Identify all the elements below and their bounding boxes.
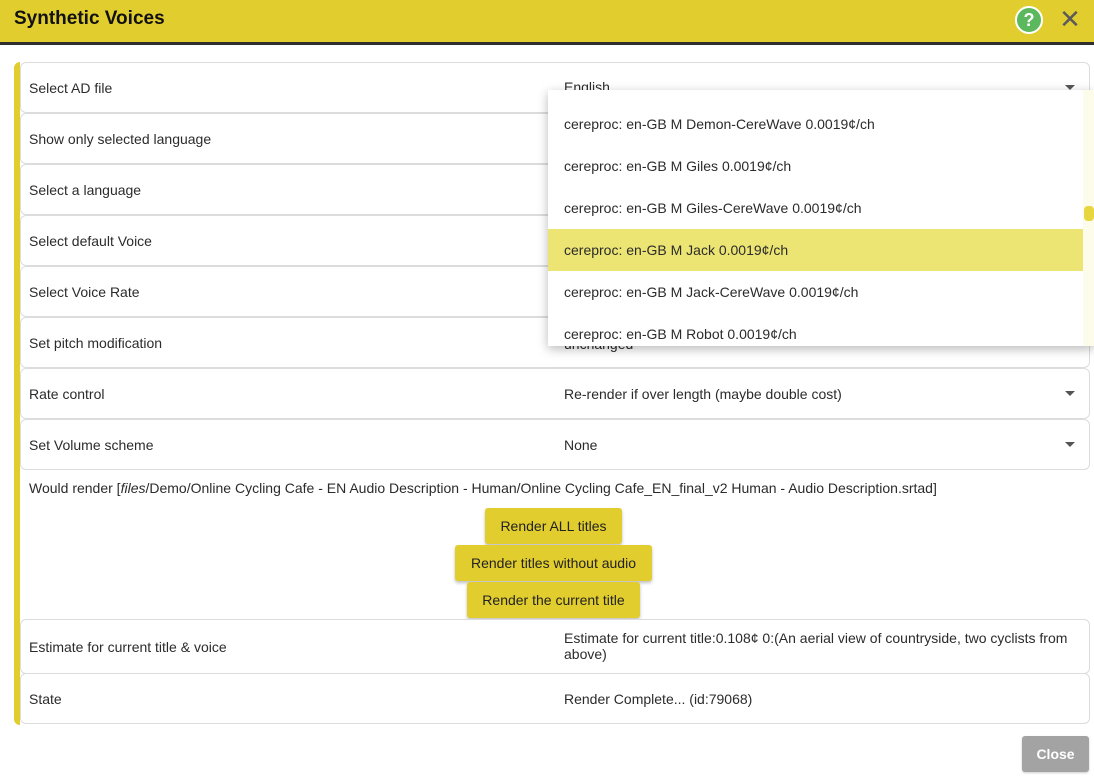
render-file-path: Demo/Online Cycling Cafe - EN Audio Desc… <box>149 480 933 496</box>
state-label: State <box>29 690 62 707</box>
estimate-value: Estimate for current title:0.108¢ 0:(An … <box>564 630 1068 662</box>
estimate-row: Estimate for current title & voice Estim… <box>20 619 1090 674</box>
estimate-label: Estimate for current title & voice <box>29 638 227 655</box>
show-language-label: Show only selected language <box>29 130 212 147</box>
voice-option[interactable]: cereproc: en-GB M Demon-CereWave 0.0019¢… <box>548 103 1083 145</box>
render-current-button[interactable]: Render the current title <box>467 582 640 618</box>
voice-option[interactable]: cereproc: en-GB M Robot 0.0019¢/ch <box>548 313 1083 346</box>
rate-control-value: Re-render if over length (maybe double c… <box>564 385 842 402</box>
dialog-titlebar: Synthetic Voices ? ✕ <box>0 0 1094 45</box>
render-path-text: Would render [files/Demo/Online Cycling … <box>29 480 937 496</box>
render-without-audio-button[interactable]: Render titles without audio <box>455 545 652 581</box>
voice-option[interactable]: cereproc: en-GB M Jack-CereWave 0.0019¢/… <box>548 271 1083 313</box>
state-row: State Render Complete... (id:79068) <box>20 673 1090 724</box>
chevron-down-icon <box>1065 391 1075 396</box>
language-label: Select a language <box>29 181 142 198</box>
render-dir: files <box>120 480 146 496</box>
voice-dropdown-menu: cereproc: en-GB M Demon-CereWave 0.0019¢… <box>548 90 1094 346</box>
rate-control-select[interactable]: Rate control Re-render if over length (m… <box>20 368 1090 419</box>
voice-option[interactable]: cereproc: en-GB M Giles 0.0019¢/ch <box>548 145 1083 187</box>
pitch-label: Set pitch modification <box>29 334 163 351</box>
dialog-title: Synthetic Voices <box>14 8 165 29</box>
chevron-down-icon <box>1065 442 1075 447</box>
volume-scheme-label: Set Volume scheme <box>29 436 154 453</box>
volume-scheme-select[interactable]: Set Volume scheme None <box>20 419 1090 470</box>
voice-option[interactable]: cereproc: en-GB M Giles-CereWave 0.0019¢… <box>548 187 1083 229</box>
rate-control-label: Rate control <box>29 385 105 402</box>
volume-scheme-value: None <box>564 436 598 453</box>
voice-rate-label: Select Voice Rate <box>29 283 140 300</box>
close-icon[interactable]: ✕ <box>1058 4 1082 34</box>
state-value: Render Complete... (id:79068) <box>564 690 753 707</box>
voice-option-selected[interactable]: cereproc: en-GB M Jack 0.0019¢/ch <box>548 229 1083 271</box>
close-button[interactable]: Close <box>1022 736 1089 772</box>
dropdown-scroll-thumb[interactable] <box>1084 206 1094 221</box>
render-prefix: Would render [ <box>29 480 121 496</box>
render-all-button[interactable]: Render ALL titles <box>485 508 622 544</box>
render-suffix: ] <box>932 480 937 496</box>
help-icon[interactable]: ? <box>1015 6 1043 34</box>
default-voice-label: Select default Voice <box>29 232 152 249</box>
ad-file-label: Select AD file <box>29 79 113 96</box>
